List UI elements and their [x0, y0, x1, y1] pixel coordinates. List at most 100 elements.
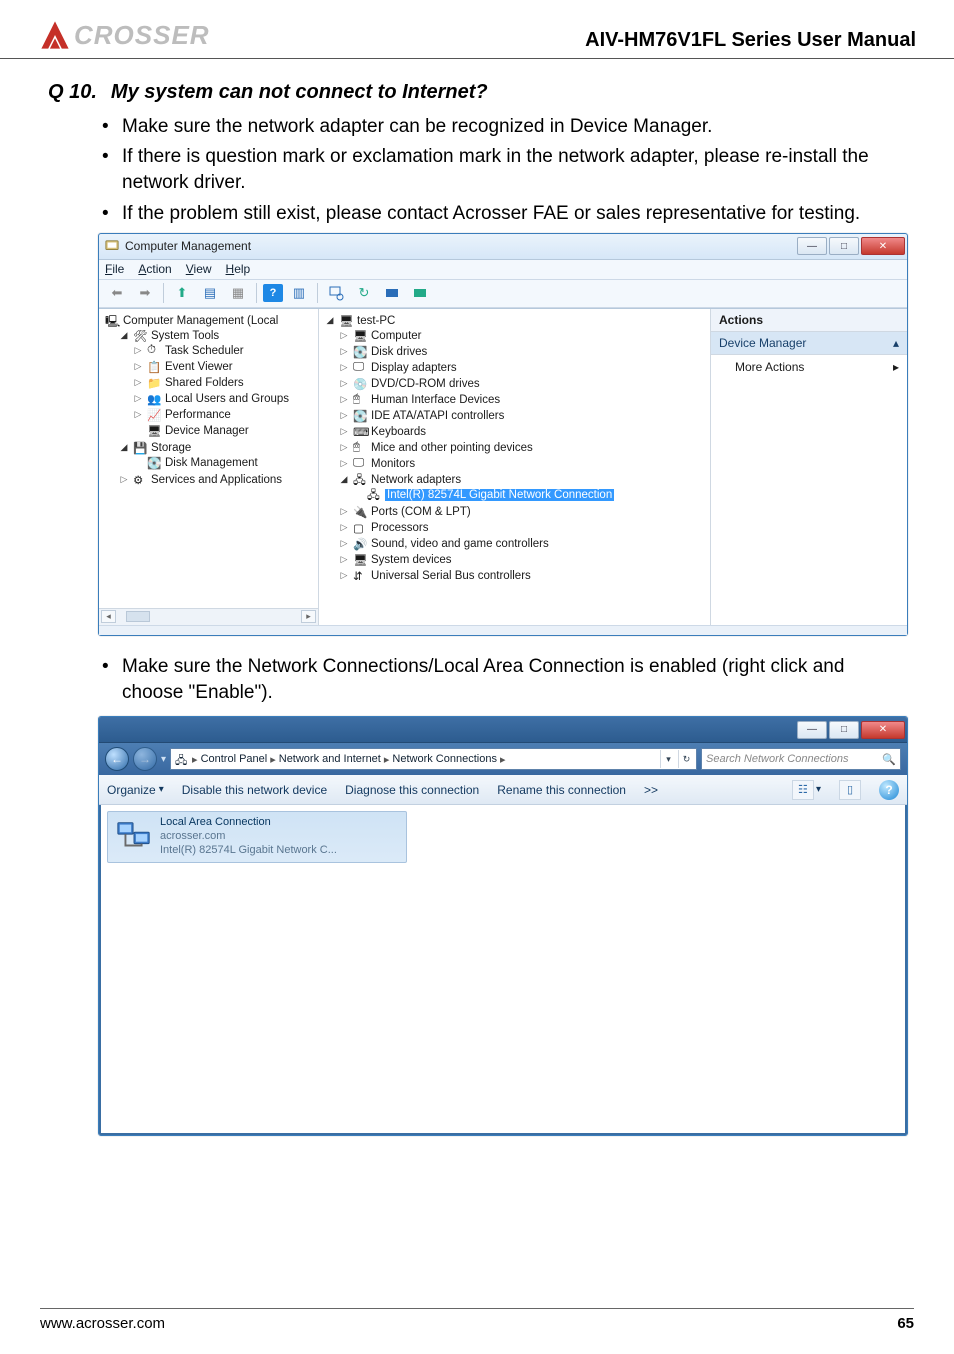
preview-pane-icon[interactable]: ▯ — [839, 780, 861, 800]
help-icon[interactable]: ? — [263, 284, 283, 302]
local-area-connection-tile[interactable]: Local Area Connection acrosser.com Intel… — [107, 811, 407, 862]
disk-icon: 💽 — [353, 345, 367, 359]
rename-connection-button[interactable]: Rename this connection — [497, 783, 626, 797]
tree-item[interactable]: Performance — [165, 409, 231, 421]
device-item[interactable]: Ports (COM & LPT) — [371, 506, 471, 518]
window-titlebar[interactable]: Computer Management — □ ✕ — [99, 234, 907, 260]
help-icon[interactable]: ? — [879, 780, 899, 800]
disable-device-button[interactable]: Disable this network device — [182, 783, 327, 797]
tree-item[interactable]: Shared Folders — [165, 377, 244, 389]
breadcrumb-item[interactable]: Control Panel — [201, 753, 268, 765]
device-icon[interactable] — [380, 282, 404, 304]
forward-icon[interactable]: ➡ — [133, 282, 157, 304]
tree-item[interactable]: Services and Applications — [151, 474, 282, 486]
close-button[interactable]: ✕ — [861, 721, 905, 739]
device-item[interactable]: Human Interface Devices — [371, 394, 500, 406]
device-item[interactable]: IDE ATA/ATAPI controllers — [371, 410, 504, 422]
management-tree-pane[interactable]: 🖳Computer Management (Local ◢🛠System Too… — [99, 309, 319, 625]
properties-icon[interactable]: ▦ — [226, 282, 250, 304]
close-button[interactable]: ✕ — [861, 237, 905, 255]
device-item[interactable]: DVD/CD-ROM drives — [371, 378, 480, 390]
nav-history-dropdown[interactable]: ▾ — [161, 754, 166, 765]
nav-back-button[interactable]: ← — [105, 747, 129, 771]
computer-management-window: Computer Management — □ ✕ File Action Vi… — [98, 233, 908, 636]
search-placeholder: Search Network Connections — [706, 753, 848, 765]
tree-item[interactable]: Event Viewer — [165, 361, 233, 373]
breadcrumb-item[interactable]: Network Connections — [392, 753, 497, 765]
device-item[interactable]: Display adapters — [371, 362, 457, 374]
menu-file[interactable]: File — [105, 262, 124, 276]
device-item[interactable]: Network adapters — [371, 474, 461, 486]
tree-item[interactable]: Device Manager — [165, 425, 249, 437]
menu-help[interactable]: Help — [226, 262, 251, 276]
scroll-right-icon[interactable]: ▸ — [301, 610, 316, 623]
show-hide-icon[interactable]: ▤ — [198, 282, 222, 304]
breadcrumb-bar[interactable]: 🖧 ▸ Control Panel ▸ Network and Internet… — [170, 748, 697, 770]
chevron-right-icon: ▸ — [893, 360, 899, 374]
view-icon[interactable]: ☷ — [792, 780, 814, 800]
connections-list[interactable]: Local Area Connection acrosser.com Intel… — [99, 805, 907, 1135]
window-titlebar[interactable]: — □ ✕ — [99, 717, 907, 743]
display-icon: 🖵 — [353, 361, 367, 375]
footer-url: www.acrosser.com — [40, 1315, 165, 1332]
organize-menu[interactable]: Organize ▾ — [107, 783, 164, 797]
device-root[interactable]: test-PC — [357, 315, 395, 327]
list-icon[interactable]: ▥ — [287, 282, 311, 304]
device-item[interactable]: Disk drives — [371, 346, 427, 358]
search-input[interactable]: Search Network Connections 🔍 — [701, 748, 901, 770]
minimize-button[interactable]: — — [797, 237, 827, 255]
diagnose-connection-button[interactable]: Diagnose this connection — [345, 783, 479, 797]
device-item[interactable]: System devices — [371, 554, 452, 566]
menu-action[interactable]: Action — [138, 262, 171, 276]
breadcrumb-dropdown-icon[interactable]: ▾ — [660, 750, 676, 768]
device-item[interactable]: Monitors — [371, 458, 415, 470]
services-icon: ⚙ — [133, 473, 147, 487]
nav-forward-button[interactable]: → — [133, 747, 157, 771]
doc-title: AIV-HM76V1FL Series User Manual — [585, 29, 916, 52]
tree-item[interactable]: Local Users and Groups — [165, 393, 289, 405]
search-icon[interactable]: 🔍 — [882, 753, 896, 766]
maximize-button[interactable]: □ — [829, 721, 859, 739]
scroll-left-icon[interactable]: ◂ — [101, 610, 116, 623]
refresh-icon[interactable]: ↻ — [678, 750, 694, 768]
more-actions-item[interactable]: More Actions ▸ — [711, 355, 907, 379]
device-item[interactable]: Universal Serial Bus controllers — [371, 570, 531, 582]
horizontal-scrollbar[interactable]: ◂ ▸ — [99, 608, 318, 625]
device-item[interactable]: Computer — [371, 330, 422, 342]
nic-icon: 🖧 — [367, 488, 381, 502]
local-users-icon: 👥 — [147, 392, 161, 406]
device-item[interactable]: Sound, video and game controllers — [371, 538, 549, 550]
sound-icon: 🔊 — [353, 537, 367, 551]
view-options[interactable]: ☷ ▾ — [792, 780, 821, 800]
minimize-button[interactable]: — — [797, 721, 827, 739]
scan-icon[interactable] — [324, 282, 348, 304]
menu-view[interactable]: View — [186, 262, 212, 276]
device-item[interactable]: Processors — [371, 522, 429, 534]
tree-item[interactable]: Storage — [151, 442, 191, 454]
up-icon[interactable]: ⬆ — [170, 282, 194, 304]
tree-item[interactable]: Disk Management — [165, 457, 258, 469]
actions-subheader[interactable]: Device Manager ▴ — [711, 332, 907, 355]
uninstall-icon[interactable] — [408, 282, 432, 304]
breadcrumb-item[interactable]: Network and Internet — [279, 753, 381, 765]
actions-pane: Actions Device Manager ▴ More Actions ▸ — [711, 309, 907, 625]
maximize-button[interactable]: □ — [829, 237, 859, 255]
scroll-thumb[interactable] — [126, 611, 150, 622]
toolbar: ⬅ ➡ ⬆ ▤ ▦ ? ▥ ↻ — [99, 280, 907, 308]
tree-root[interactable]: Computer Management (Local — [123, 315, 278, 327]
command-bar: Organize ▾ Disable this network device D… — [99, 775, 907, 805]
refresh-icon[interactable]: ↻ — [352, 282, 376, 304]
collapse-up-icon[interactable]: ▴ — [893, 336, 899, 350]
device-item-selected[interactable]: Intel(R) 82574L Gigabit Network Connecti… — [385, 489, 614, 501]
device-tree-pane[interactable]: ◢🖥test-PC ▷🖥Computer ▷💽Disk drives ▷🖵Dis… — [319, 309, 711, 625]
tree-item[interactable]: System Tools — [151, 330, 219, 342]
menu-bar[interactable]: File Action View Help — [99, 260, 907, 280]
back-icon[interactable]: ⬅ — [105, 282, 129, 304]
tile-device: Intel(R) 82574L Gigabit Network C... — [160, 844, 337, 858]
overflow-button[interactable]: >> — [644, 783, 658, 797]
device-item[interactable]: Keyboards — [371, 426, 426, 438]
system-tools-icon: 🛠 — [133, 329, 147, 343]
computer-icon: 🖥 — [353, 329, 367, 343]
device-item[interactable]: Mice and other pointing devices — [371, 442, 533, 454]
tree-item[interactable]: Task Scheduler — [165, 345, 244, 357]
